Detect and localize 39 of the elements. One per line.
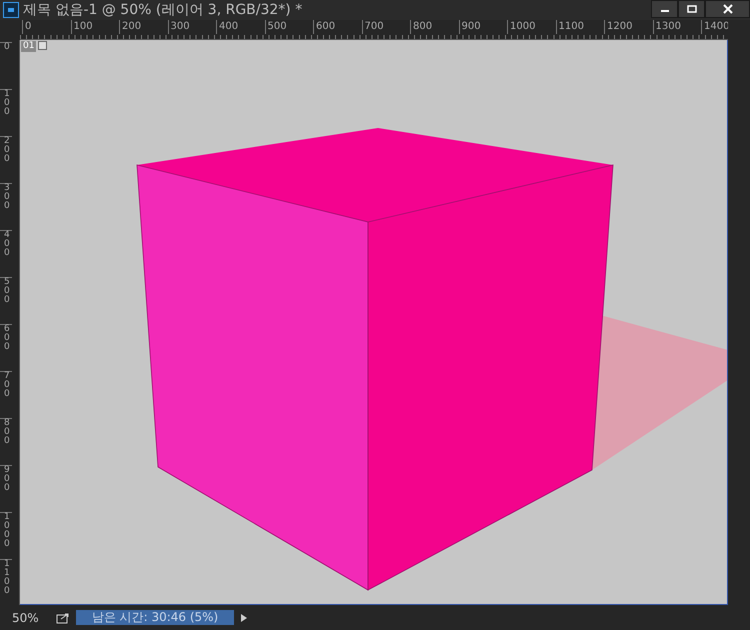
ruler-label: 300 — [0, 183, 12, 230]
status-progress: 남은 시간: 30:46 (5%) — [76, 610, 234, 625]
ruler-label: 100 — [0, 89, 12, 136]
ruler-label: 0 — [22, 20, 70, 34]
ruler-label: 1100 — [0, 559, 12, 605]
window-title: 제목 없음-1 @ 50% (레이어 3, RGB/32*) * — [23, 1, 304, 19]
ruler-label: 1300 — [652, 20, 701, 34]
ruler-label: 800 — [0, 418, 12, 465]
app-logo-icon — [3, 2, 19, 18]
ruler-label: 500 — [264, 20, 313, 34]
ruler-label: 900 — [458, 20, 507, 34]
ruler-label: 100 — [70, 20, 119, 34]
close-icon — [722, 4, 732, 14]
ruler-label: 300 — [168, 20, 216, 34]
minimize-button[interactable] — [651, 0, 678, 18]
ruler-label: 700 — [0, 371, 12, 418]
ruler-label: 500 — [0, 277, 12, 324]
play-arrow-icon[interactable] — [240, 612, 248, 622]
ruler-label: 0 — [0, 42, 12, 89]
export-icon[interactable] — [56, 612, 70, 624]
ruler-label: 600 — [0, 324, 12, 371]
ruler-label: 600 — [313, 20, 362, 34]
ruler-label: 200 — [119, 20, 168, 34]
maximize-button[interactable] — [678, 0, 705, 18]
maximize-icon — [686, 5, 696, 13]
zoom-level: 50% — [11, 610, 40, 624]
ruler-label: 800 — [410, 20, 458, 34]
close-button[interactable] — [705, 0, 750, 18]
ruler-label: 1200 — [604, 20, 652, 34]
layer-tag: 01 — [21, 41, 36, 52]
ruler-label: 200 — [0, 136, 12, 183]
ruler-label: 1100 — [556, 20, 604, 34]
ruler-label: 400 — [216, 20, 264, 34]
ruler-label: 900 — [0, 465, 12, 512]
ruler-label: 1000 — [0, 512, 12, 559]
ruler-label: 400 — [0, 230, 12, 277]
image-icon — [38, 41, 48, 50]
ruler-label: 700 — [362, 20, 410, 34]
ruler-label: 1000 — [507, 20, 556, 34]
